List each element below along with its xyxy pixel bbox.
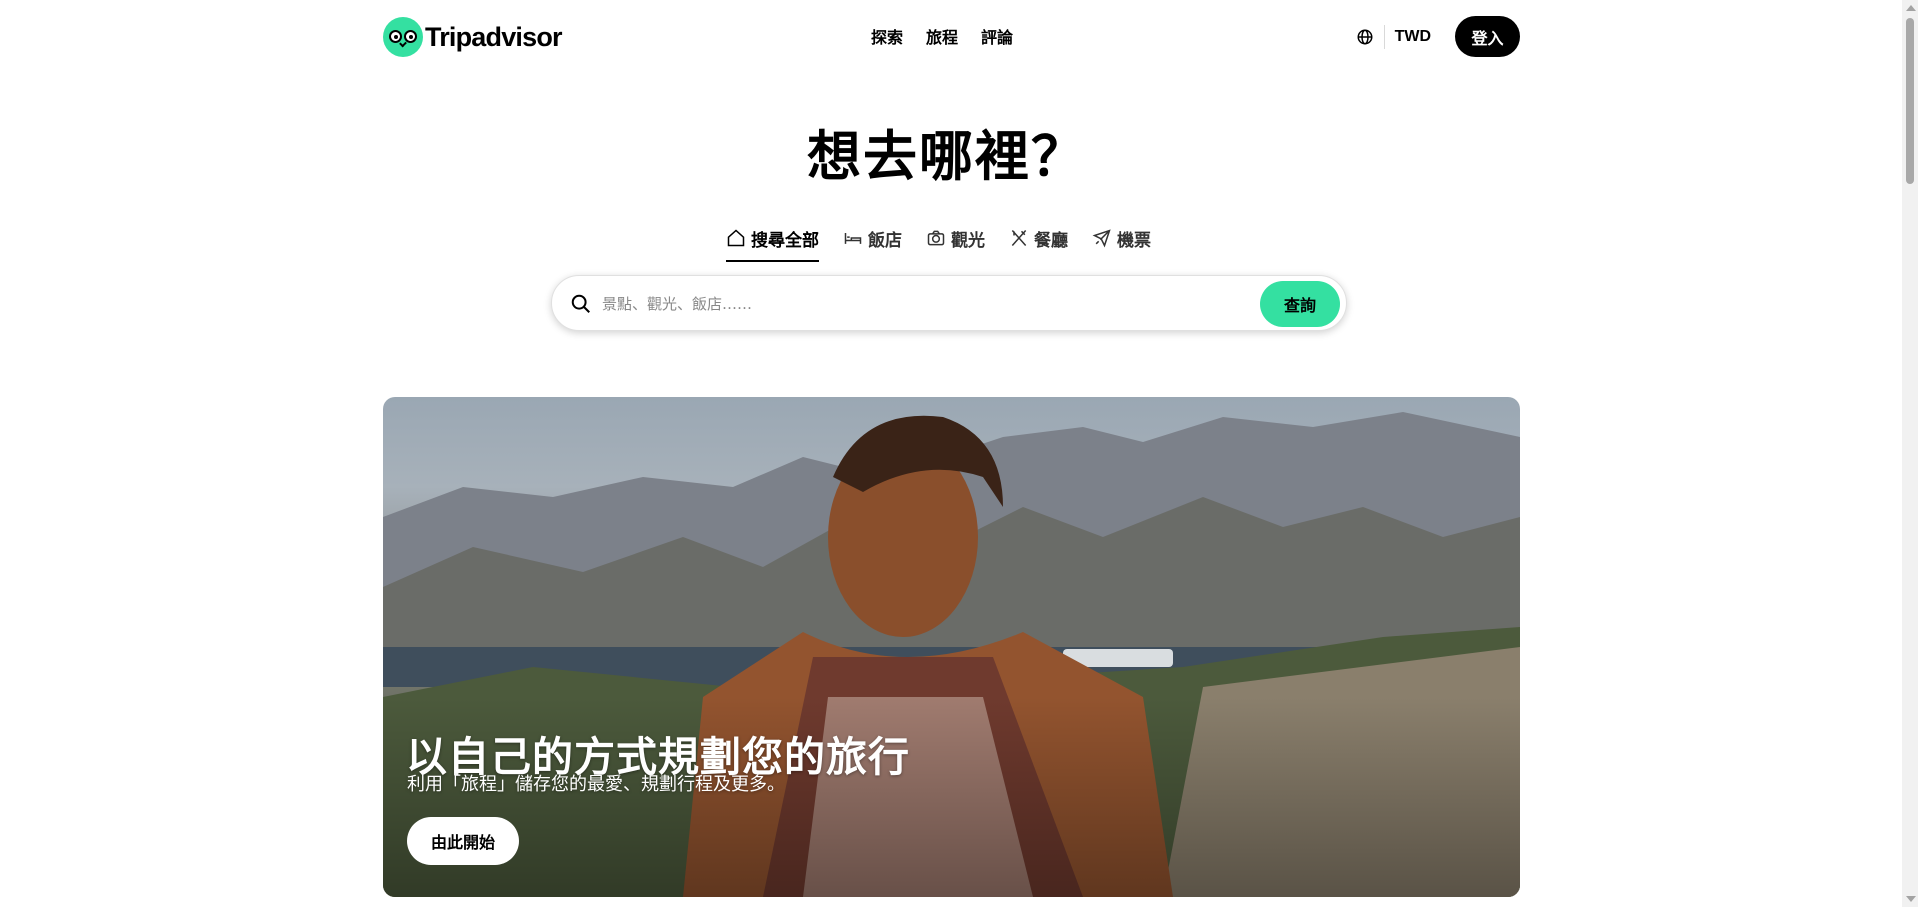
search-category-tabs: 搜尋全部 飯店 觀光 餐廳 機票 [726, 220, 1175, 262]
banner-subtitle: 利用「旅程」儲存您的最愛、規劃行程及更多。 [407, 774, 785, 795]
tab-restaurants[interactable]: 餐廳 [1009, 220, 1068, 256]
camera-icon [927, 230, 945, 246]
tab-label: 飯店 [868, 230, 902, 251]
home-icon [727, 229, 745, 247]
plane-icon [1092, 229, 1111, 248]
login-button[interactable]: 登入 [1455, 16, 1520, 57]
tab-label: 機票 [1117, 230, 1151, 251]
search-button[interactable]: 查詢 [1260, 281, 1340, 327]
scroll-thumb[interactable] [1906, 18, 1914, 184]
nav-item-trips[interactable]: 旅程 [926, 24, 958, 48]
site-header: Tripadvisor 探索 旅程 評論 TWD 登入 [383, 14, 1520, 62]
tab-hotels[interactable]: 飯店 [843, 220, 902, 256]
tab-search-all[interactable]: 搜尋全部 [726, 220, 819, 262]
tab-things-to-do[interactable]: 觀光 [926, 220, 985, 256]
page-scrollbar[interactable] [1902, 0, 1918, 907]
scroll-up-arrow-icon[interactable] [1906, 5, 1916, 11]
promo-banner: 以自己的方式規劃您的旅行 利用「旅程」儲存您的最愛、規劃行程及更多。 由此開始 [383, 397, 1520, 897]
tab-label: 觀光 [951, 230, 985, 251]
tab-label: 餐廳 [1034, 230, 1068, 251]
nav-item-reviews[interactable]: 評論 [981, 24, 1013, 48]
tab-label: 搜尋全部 [751, 230, 819, 251]
bed-icon [844, 233, 862, 244]
globe-icon[interactable] [1356, 28, 1374, 46]
header-tools: TWD 登入 [1356, 16, 1520, 57]
owl-logo-icon [383, 17, 423, 57]
search-bar: 查詢 [551, 275, 1347, 331]
utensils-icon [1011, 230, 1027, 246]
get-started-button[interactable]: 由此開始 [407, 817, 519, 865]
search-input[interactable] [600, 288, 1304, 320]
header-divider [1383, 24, 1385, 49]
main-nav: 探索 旅程 評論 [871, 24, 1013, 48]
currency-selector[interactable]: TWD [1395, 28, 1431, 46]
search-icon [571, 294, 590, 313]
page-title: 想去哪裡？ [807, 125, 1087, 188]
tab-flights[interactable]: 機票 [1092, 220, 1151, 256]
tripadvisor-logo[interactable]: Tripadvisor [383, 17, 563, 57]
scroll-down-arrow-icon[interactable] [1906, 896, 1916, 902]
logo-text: Tripadvisor [425, 21, 563, 52]
nav-item-explore[interactable]: 探索 [871, 24, 903, 48]
